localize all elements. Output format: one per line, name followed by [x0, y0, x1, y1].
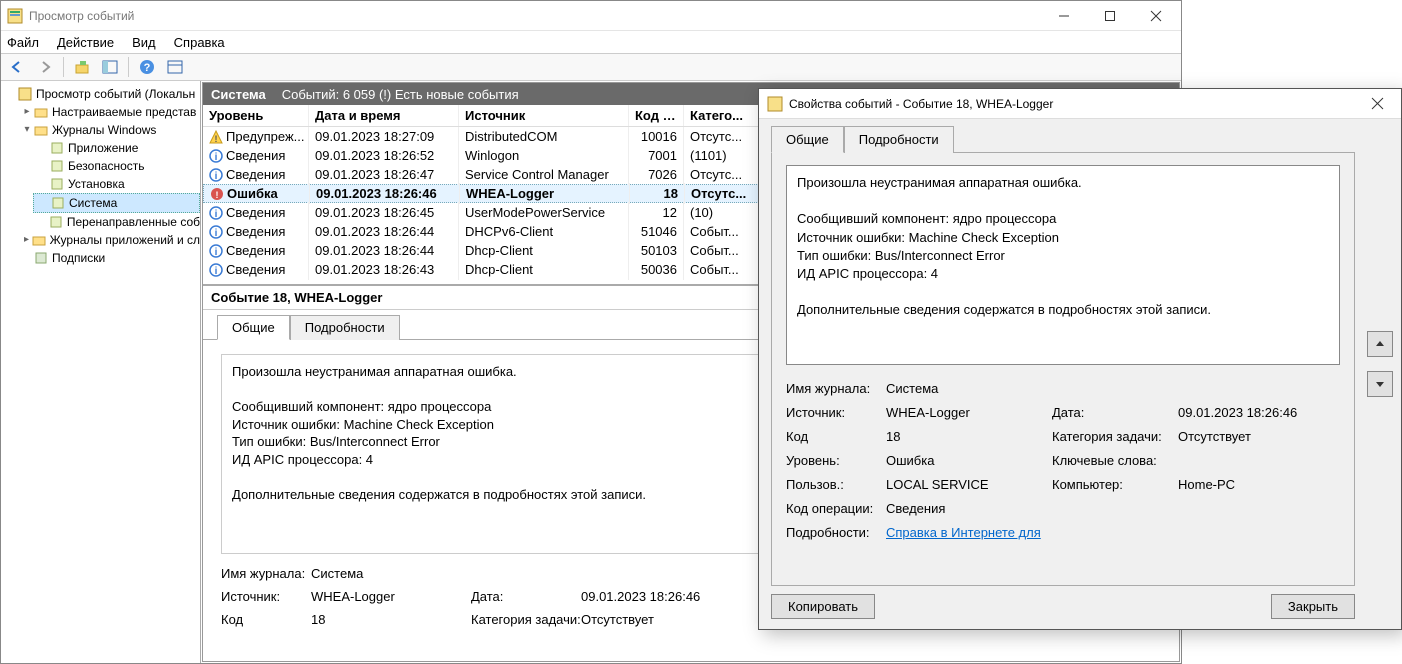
subscriptions-icon	[33, 250, 49, 266]
tree-root-label: Просмотр событий (Локальн	[36, 85, 195, 103]
col-date[interactable]: Дата и время	[309, 105, 459, 126]
tree-app-service-logs[interactable]: ▸ Журналы приложений и сл	[17, 231, 200, 249]
maximize-button[interactable]	[1087, 1, 1133, 30]
dialog-tab-details[interactable]: Подробности	[844, 126, 954, 153]
next-event-button[interactable]	[1367, 371, 1393, 397]
tree-log-security[interactable]: · Безопасность	[33, 157, 200, 175]
svg-text:!: !	[215, 134, 218, 144]
close-button[interactable]	[1133, 1, 1179, 30]
dialog-title: Свойства событий - Событие 18, WHEA-Logg…	[789, 97, 1357, 111]
menu-file[interactable]: Файл	[7, 35, 39, 50]
dialog-tab-general[interactable]: Общие	[771, 126, 844, 153]
dialog-event-message: Произошла неустранимая аппаратная ошибка…	[786, 165, 1340, 365]
log-icon	[49, 140, 65, 156]
menu-action[interactable]: Действие	[57, 35, 114, 50]
up-button[interactable]	[70, 55, 94, 79]
forward-button[interactable]	[33, 55, 57, 79]
col-source[interactable]: Источник	[459, 105, 629, 126]
tab-details[interactable]: Подробности	[290, 315, 400, 340]
close-button[interactable]: Закрыть	[1271, 594, 1355, 619]
tree-log-application[interactable]: · Приложение	[33, 139, 200, 157]
info-icon: i	[209, 149, 223, 163]
log-icon	[49, 158, 65, 174]
dialog-properties: Имя журнала: Система Источник: WHEA-Logg…	[786, 381, 1340, 540]
col-code[interactable]: Код со...	[629, 105, 684, 126]
error-icon: !	[210, 187, 224, 201]
svg-text:?: ?	[144, 62, 151, 74]
content-title: Система	[211, 87, 266, 102]
tab-general[interactable]: Общие	[217, 315, 290, 340]
log-icon	[49, 176, 65, 192]
tree-root[interactable]: ▸ Просмотр событий (Локальн	[1, 85, 200, 103]
tree-log-install[interactable]: · Установка	[33, 175, 200, 193]
event-properties-dialog: Свойства событий - Событие 18, WHEA-Logg…	[758, 88, 1402, 630]
prev-event-button[interactable]	[1367, 331, 1393, 357]
menu-view[interactable]: Вид	[132, 35, 156, 50]
dialog-titlebar[interactable]: Свойства событий - Событие 18, WHEA-Logg…	[759, 89, 1401, 119]
menu-help[interactable]: Справка	[174, 35, 225, 50]
eventviewer-icon	[17, 86, 33, 102]
info-icon: i	[209, 244, 223, 258]
svg-text:i: i	[215, 209, 218, 220]
svg-text:i: i	[215, 266, 218, 277]
folder-icon	[32, 232, 47, 248]
show-hide-tree-button[interactable]	[98, 55, 122, 79]
svg-text:i: i	[215, 228, 218, 239]
info-icon: i	[209, 168, 223, 182]
svg-text:i: i	[215, 247, 218, 258]
menu-bar: Файл Действие Вид Справка	[1, 31, 1181, 53]
info-icon: i	[209, 206, 223, 220]
dialog-tabs: Общие Подробности	[771, 125, 1355, 153]
svg-text:i: i	[215, 152, 218, 163]
app-icon	[767, 96, 783, 112]
minimize-button[interactable]	[1041, 1, 1087, 30]
info-icon: i	[209, 263, 223, 277]
tree-log-forwarded[interactable]: · Перенаправленные соб	[33, 213, 200, 231]
online-help-link[interactable]: Справка в Интернете для	[886, 525, 1041, 540]
folder-icon	[33, 104, 49, 120]
tree-log-system[interactable]: · Система	[33, 193, 200, 213]
log-icon	[50, 195, 66, 211]
back-button[interactable]	[5, 55, 29, 79]
col-level[interactable]: Уровень	[203, 105, 309, 126]
help-button[interactable]: ?	[135, 55, 159, 79]
svg-text:!: !	[216, 190, 219, 200]
warn-icon: !	[209, 130, 223, 144]
copy-button[interactable]: Копировать	[771, 594, 875, 619]
folder-icon	[33, 122, 49, 138]
toolbar: ?	[1, 53, 1181, 81]
window-title: Просмотр событий	[29, 9, 1041, 23]
content-count: Событий: 6 059 (!) Есть новые события	[282, 87, 519, 102]
info-icon: i	[209, 225, 223, 239]
dialog-close-button[interactable]	[1357, 89, 1397, 118]
titlebar: Просмотр событий	[1, 1, 1181, 31]
app-icon	[7, 8, 23, 24]
svg-text:i: i	[215, 171, 218, 182]
properties-button[interactable]	[163, 55, 187, 79]
tree-windows-logs[interactable]: ▾ Журналы Windows	[17, 121, 200, 139]
navigation-tree[interactable]: ▸ Просмотр событий (Локальн ▸ Настраивае…	[1, 81, 201, 663]
tree-custom-views[interactable]: ▸ Настраиваемые представ	[17, 103, 200, 121]
tree-subscriptions[interactable]: · Подписки	[17, 249, 200, 267]
log-icon	[49, 214, 64, 230]
